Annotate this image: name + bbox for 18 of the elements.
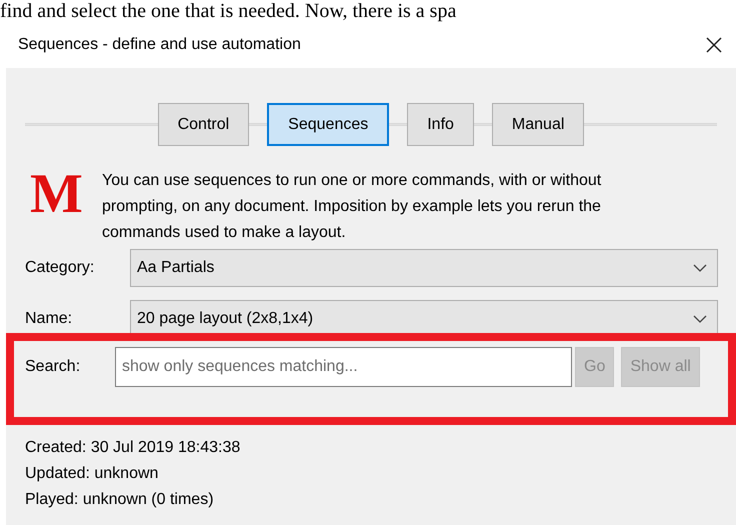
info-text: Updated: unknown [25, 464, 160, 484]
field-label: Name: [25, 309, 74, 329]
tab[interactable]: Sequences [267, 103, 390, 146]
logo-letter: M [30, 170, 84, 218]
tab[interactable]: Control [158, 103, 250, 146]
page-text: find and select the one that is needed. Now, there is a spa [0, 0, 456, 22]
chevron-down-icon [693, 315, 707, 323]
window-title: Sequences - define and use automation [18, 35, 301, 55]
search-field[interactable]: show only sequences matching... [115, 347, 572, 387]
search-label: Search: [25, 357, 82, 377]
info-text: Created: 30 Jul 2019 18:43:38 [25, 438, 242, 458]
tab[interactable]: Info [407, 103, 474, 146]
tab[interactable]: Manual [492, 103, 584, 146]
dropdown[interactable]: Aa Partials [130, 249, 718, 287]
field-label: Category: [25, 258, 96, 278]
chevron-down-icon [693, 264, 707, 272]
info-text: Played: unknown (0 times) [25, 490, 215, 510]
description-text: You can use sequences to run one or more commands, with or without prompting, on any document. Imposition by example lets you rerun the commands used to make a layout. [102, 171, 602, 243]
